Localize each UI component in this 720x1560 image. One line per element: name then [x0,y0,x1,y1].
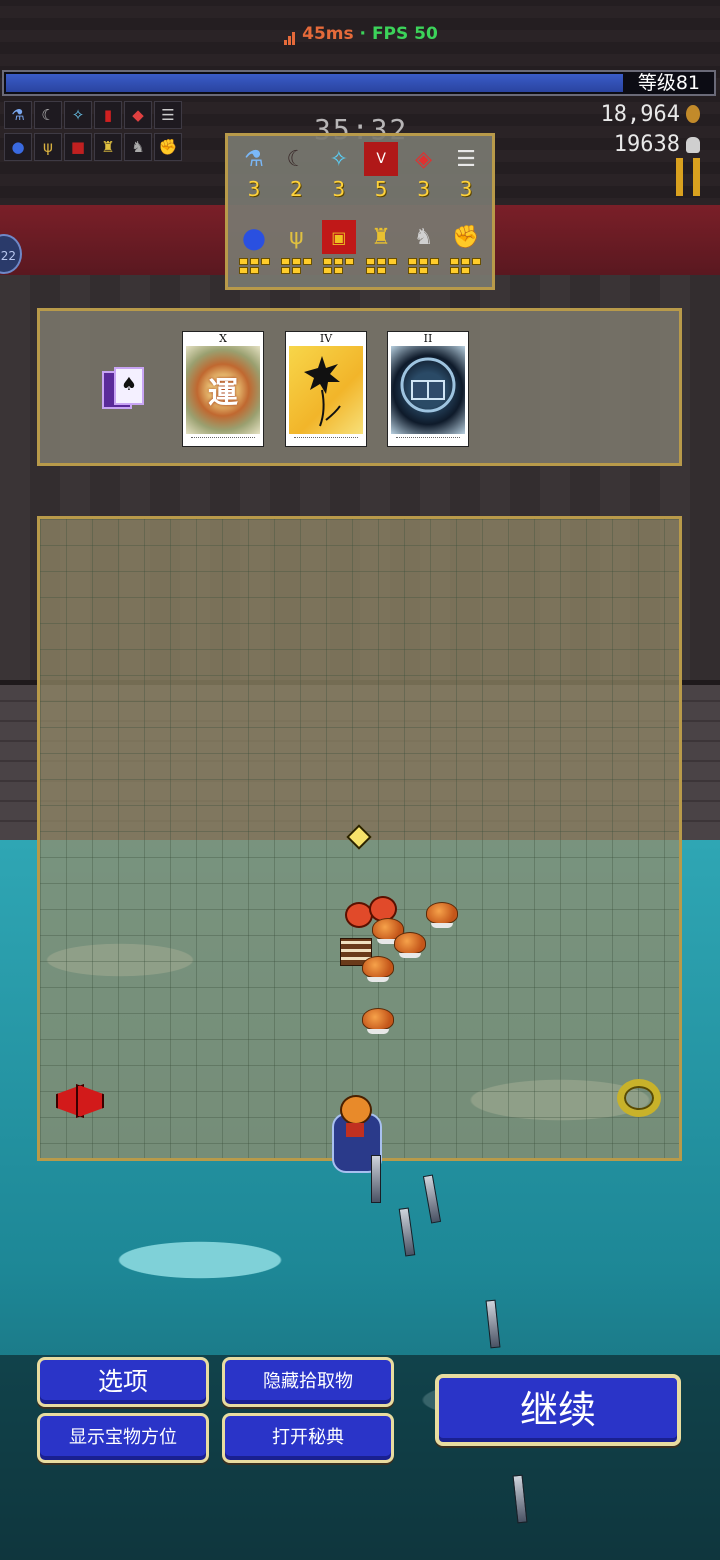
armor-icon: ♞ [413,224,434,250]
arcana-deck-icon: ♠ [102,367,144,411]
gold-count: 18,964 [600,102,680,127]
holy-water-icon: ⚗ [244,146,264,172]
passive-slot[interactable]: ♜ [361,220,401,274]
king-bible-icon: V [364,142,399,176]
weapon-slot[interactable]: V5 [361,142,401,202]
armor-icon: ♞ [124,133,152,161]
candelabrador-icon: ψ [289,224,304,250]
knives-icon: ☰ [154,101,182,129]
weapon-count: 3 [417,177,430,201]
passive-slot[interactable]: ♞ [404,220,444,274]
arcana-card[interactable]: II [387,331,469,447]
chicken-pickup-icon [426,902,458,928]
red-wings-relic-icon [56,1078,104,1120]
passive-slot[interactable]: ✊ [446,220,486,274]
blue-orb-icon: ● [241,220,267,254]
card-numeral: II [423,332,433,345]
crown-icon: ♜ [94,133,122,161]
level-pips [446,258,486,274]
whip-icon: ☾ [286,146,307,172]
level-pips [404,258,444,274]
status-separator: · [353,24,372,44]
weapon-slot[interactable]: ☰ 3 [446,142,486,202]
weapon-slot[interactable]: ✧ 3 [319,142,359,202]
level-pips [234,258,274,274]
passive-slot[interactable]: ψ [276,220,316,274]
weapon-row: ⚗ 3 ☾ 2 ✧ 3 V5 ◈ 3 ☰ 3 [234,142,486,202]
tome-icon: ■ [64,133,92,161]
show-treasure-button[interactable]: 显示宝物方位 [37,1413,209,1463]
gauntlet-icon: ✊ [154,133,182,161]
card-caption [396,437,460,442]
wand-icon: ✧ [64,101,92,129]
arcana-card[interactable]: IV [285,331,367,447]
level-label: 等级81 [637,72,700,94]
kill-count: 19638 [613,132,680,157]
passive-row: ● ψ ▣ ♜ ♞ ✊ [234,220,486,274]
card-art [289,346,363,434]
empty-tome-icon: ▣ [321,220,356,254]
weapon-count: 2 [290,177,303,201]
hide-pickups-button[interactable]: 隐藏拾取物 [222,1357,394,1407]
open-codex-button[interactable]: 打开秘典 [222,1413,394,1463]
card-caption [294,437,358,442]
knife-icon: ☰ [456,146,476,172]
skull-icon [686,137,700,153]
crown-icon: ♜ [371,224,392,250]
level-pips [361,258,401,274]
card-art [391,346,465,434]
runetracer-icon: ◈ [415,146,433,172]
level-pips [276,258,316,274]
experience-fill [6,74,624,92]
arcana-panel: ♠ X 運 IV II [37,308,682,466]
ping-text: 45ms [302,24,354,44]
card-art: 運 [186,346,260,434]
coin-icon [686,105,700,123]
chicken-pickup-icon [362,956,394,982]
fps-text: FPS 50 [371,24,438,44]
weapon-count: 3 [332,177,346,201]
weapon-count: 3 [459,177,473,201]
level-pips [319,258,359,274]
passive-slot[interactable]: ● [234,220,274,274]
magic-wand-icon: ✧ [329,146,348,172]
passive-slot[interactable]: ▣ [319,220,359,274]
bracer-icon: ✊ [452,224,480,250]
knife-projectile [371,1155,381,1203]
book-icon: ▮ [94,101,122,129]
chicken-pickup-icon [362,1008,394,1034]
weapon-slot[interactable]: ☾ 2 [276,142,316,202]
weapon-count: 5 [374,177,388,201]
whip-icon: ☾ [34,101,62,129]
pause-button[interactable] [676,158,700,196]
flower-icon [304,356,341,427]
candelabra-icon: ψ [34,133,62,161]
chicken-pickup-icon [394,932,426,958]
card-numeral: IV [319,332,333,345]
blue-orb-icon: ● [4,133,32,161]
run-stats: 18,964 19638 [601,100,700,160]
card-caption [191,437,255,442]
sphere-book-icon [400,357,456,413]
card-art-text: 運 [208,376,238,411]
weapon-slot[interactable]: ◈ 3 [404,142,444,202]
arcana-card[interactable]: X 運 [182,331,264,447]
continue-button[interactable]: 继续 [435,1374,681,1446]
flask-icon: ⚗ [4,101,32,129]
options-button[interactable]: 选项 [37,1357,209,1407]
equipment-panel: ⚗ 3 ☾ 2 ✧ 3 V5 ◈ 3 ☰ 3 ● ψ ▣ ♜ ♞ ✊ [225,133,495,290]
network-status: 45ms · FPS 50 [0,24,720,45]
signal-icon [282,25,298,45]
card-numeral: X [219,332,227,345]
orb-icon: ◆ [124,101,152,129]
experience-bar: 等级81 [2,70,716,96]
quick-icon-grid: ⚗ ☾ ✧ ▮ ◆ ☰ ● ψ ■ ♜ ♞ ✊ [4,101,194,165]
weapon-slot[interactable]: ⚗ 3 [234,142,274,202]
weapon-count: 3 [247,177,261,201]
gold-ring-relic-icon [617,1079,661,1117]
